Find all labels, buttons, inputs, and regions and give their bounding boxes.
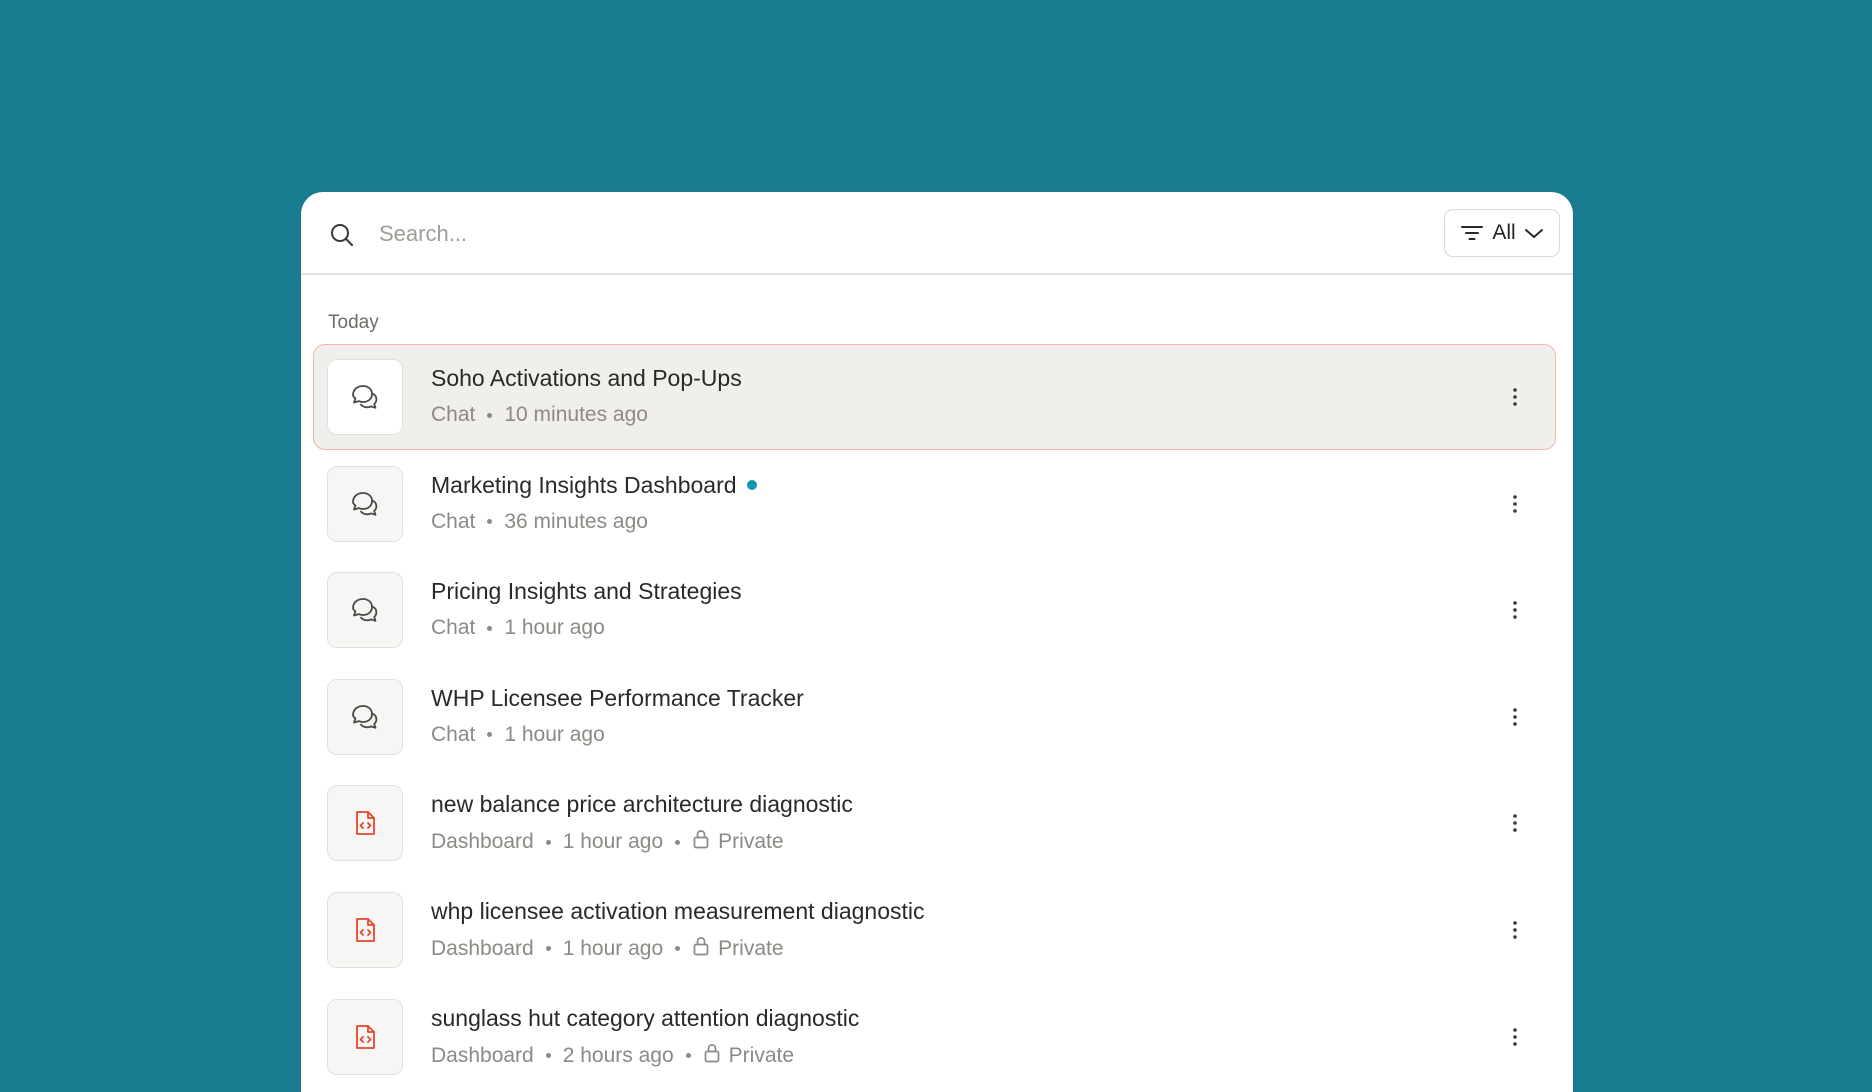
- lock-icon: [703, 1043, 721, 1069]
- list-item[interactable]: new balance price architecture diagnosti…: [313, 770, 1556, 876]
- item-title-text: Marketing Insights Dashboard: [431, 471, 737, 498]
- item-time: 2 hours ago: [562, 1043, 674, 1067]
- item-time: 36 minutes ago: [504, 509, 648, 533]
- more-options-button[interactable]: [1499, 913, 1531, 947]
- item-type: Chat: [431, 509, 476, 533]
- item-meta: Chat 10 minutes ago: [431, 403, 648, 427]
- more-vertical-icon: [1513, 707, 1517, 726]
- item-title-text: WHP Licensee Performance Tracker: [431, 684, 804, 711]
- item-title: new balance price architecture diagnosti…: [431, 791, 853, 818]
- more-vertical-icon: [1513, 601, 1517, 619]
- item-title-text: Soho Activations and Pop-Ups: [431, 365, 742, 391]
- chat-bubbles-icon: [327, 359, 403, 435]
- more-options-button[interactable]: [1499, 593, 1531, 627]
- recents-panel: All Today Soho Activations and Pop-Ups C…: [301, 192, 1573, 1092]
- item-meta: Chat 1 hour ago: [431, 723, 605, 747]
- separator-dot: [685, 1053, 691, 1059]
- item-type: Chat: [431, 616, 476, 640]
- item-type: Dashboard: [431, 1043, 534, 1067]
- list-item[interactable]: Marketing Insights Dashboard Chat 36 min…: [313, 451, 1556, 557]
- chat-bubbles-icon: [327, 465, 403, 542]
- more-vertical-icon: [1513, 1027, 1517, 1046]
- item-time: 1 hour ago: [504, 616, 605, 640]
- separator-dot: [487, 519, 493, 525]
- item-privacy: Private: [728, 1043, 795, 1067]
- separator-dot: [487, 732, 493, 738]
- item-time: 1 hour ago: [562, 936, 664, 960]
- item-type: Chat: [431, 722, 476, 746]
- more-options-button[interactable]: [1499, 380, 1531, 414]
- item-title-text: new balance price architecture diagnosti…: [431, 791, 853, 818]
- lock-icon: [692, 936, 710, 962]
- code-file-icon: [327, 785, 403, 862]
- list-item[interactable]: Pricing Insights and Strategies Chat 1 h…: [313, 557, 1556, 663]
- item-meta: Dashboard 1 hour ago Private: [431, 829, 784, 855]
- section-label-today: Today: [328, 312, 379, 333]
- search-bar: All: [301, 192, 1573, 275]
- item-title: whp licensee activation measurement diag…: [431, 898, 925, 925]
- filter-button[interactable]: All: [1444, 209, 1560, 257]
- separator-dot: [675, 946, 681, 952]
- item-title: WHP Licensee Performance Tracker: [431, 685, 804, 712]
- list-item[interactable]: WHP Licensee Performance Tracker Chat 1 …: [313, 664, 1556, 770]
- filter-lines-icon: [1460, 224, 1484, 242]
- separator-dot: [487, 412, 493, 418]
- item-type: Dashboard: [431, 830, 534, 854]
- item-type: Dashboard: [431, 936, 534, 960]
- code-file-icon: [327, 891, 403, 968]
- separator-dot: [545, 1053, 551, 1059]
- separator-dot: [487, 625, 493, 631]
- item-title: Marketing Insights Dashboard: [431, 472, 757, 499]
- lock-icon: [692, 829, 710, 855]
- item-meta: Dashboard 2 hours ago Private: [431, 1043, 794, 1069]
- item-type: Chat: [431, 403, 476, 426]
- more-vertical-icon: [1513, 921, 1517, 939]
- unread-dot: [746, 480, 757, 491]
- item-time: 1 hour ago: [504, 722, 605, 746]
- code-file-icon: [327, 998, 403, 1075]
- item-meta: Chat 1 hour ago: [431, 616, 605, 640]
- item-time: 10 minutes ago: [504, 403, 648, 426]
- item-title-text: whp licensee activation measurement diag…: [431, 897, 925, 924]
- item-title: Soho Activations and Pop-Ups: [431, 365, 742, 392]
- item-time: 1 hour ago: [562, 830, 664, 854]
- separator-dot: [545, 946, 551, 952]
- search-icon: [329, 222, 355, 248]
- more-vertical-icon: [1513, 494, 1517, 513]
- more-options-button[interactable]: [1499, 806, 1531, 840]
- chat-bubbles-icon: [327, 678, 403, 755]
- list-item[interactable]: sunglass hut category attention diagnost…: [313, 984, 1556, 1090]
- list-item[interactable]: Soho Activations and Pop-Ups Chat 10 min…: [313, 344, 1556, 450]
- item-privacy: Private: [718, 936, 784, 960]
- more-vertical-icon: [1513, 388, 1517, 406]
- chat-bubbles-icon: [327, 572, 403, 649]
- recents-list: Soho Activations and Pop-Ups Chat 10 min…: [313, 344, 1556, 1090]
- more-options-button[interactable]: [1499, 1020, 1531, 1054]
- item-title: Pricing Insights and Strategies: [431, 578, 742, 605]
- item-meta: Chat 36 minutes ago: [431, 510, 648, 534]
- item-title-text: Pricing Insights and Strategies: [431, 578, 742, 605]
- item-title-text: sunglass hut category attention diagnost…: [431, 1004, 860, 1031]
- more-options-button[interactable]: [1499, 700, 1531, 734]
- item-privacy: Private: [718, 830, 784, 854]
- more-options-button[interactable]: [1499, 487, 1531, 521]
- separator-dot: [545, 839, 551, 845]
- chevron-down-icon: [1524, 226, 1544, 240]
- item-title: sunglass hut category attention diagnost…: [431, 1005, 859, 1032]
- list-item[interactable]: whp licensee activation measurement diag…: [313, 877, 1556, 983]
- filter-label: All: [1492, 221, 1516, 244]
- more-vertical-icon: [1513, 814, 1517, 833]
- item-meta: Dashboard 1 hour ago Private: [431, 936, 784, 962]
- search-input[interactable]: [377, 210, 1361, 258]
- separator-dot: [675, 839, 681, 845]
